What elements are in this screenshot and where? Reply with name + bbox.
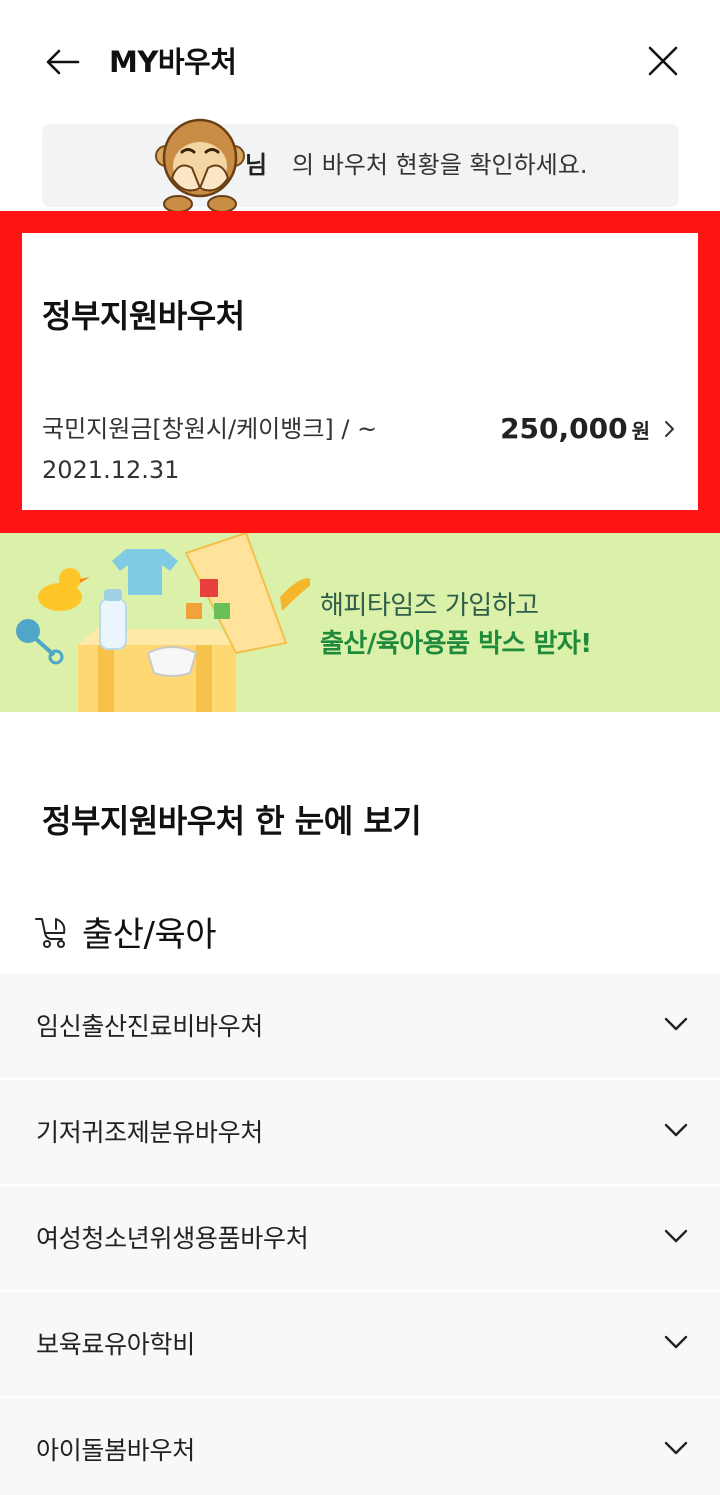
voucher-card[interactable]: 정부지원바우처 국민지원금[창원시/케이뱅크] / ~ 2021.12.31 2… bbox=[22, 233, 698, 510]
chevron-down-icon bbox=[664, 1123, 688, 1137]
chevron-down-icon bbox=[664, 1229, 688, 1243]
accordion-item[interactable]: 기저귀조제분유바우처 bbox=[0, 1080, 720, 1186]
accordion-label: 보육료유아학비 bbox=[36, 1330, 195, 1359]
banner-headline: 출산/육아용품 박스 받자! bbox=[320, 629, 592, 659]
voucher-amount: 250,000 원 bbox=[500, 409, 650, 451]
voucher-status-notice: 님 의 바우처 현황을 확인하세요. bbox=[42, 124, 679, 207]
accordion-item[interactable]: 여성청소년위생용품바우처 bbox=[0, 1186, 720, 1292]
page-title: MY바우처 bbox=[109, 45, 237, 79]
close-icon bbox=[648, 46, 678, 76]
accordion-item[interactable]: 아이돌봄바우처 bbox=[0, 1398, 720, 1495]
accordion-item[interactable]: 임신출산진료비바우처 bbox=[0, 974, 720, 1080]
section-heading: 정부지원바우처 한 눈에 보기 bbox=[42, 802, 422, 840]
voucher-accordion-list: 임신출산진료비바우처 기저귀조제분유바우처 여성청소년위생용품바우처 보육료유아… bbox=[0, 974, 720, 1495]
banner-subtitle: 해피타임즈 가입하고 bbox=[320, 591, 539, 621]
notice-text: 의 바우처 현황을 확인하세요. bbox=[292, 151, 588, 179]
chevron-down-icon bbox=[664, 1335, 688, 1349]
stroller-icon bbox=[35, 918, 66, 948]
promo-banner[interactable]: 해피타임즈 가입하고 출산/육아용품 박스 받자! bbox=[0, 533, 720, 712]
category-header: 출산/육아 bbox=[34, 908, 217, 955]
voucher-description: 국민지원금[창원시/케이뱅크] / ~ 2021.12.31 bbox=[42, 415, 378, 484]
voucher-title: 정부지원바우처 bbox=[42, 297, 245, 335]
category-label: 출산/육아 bbox=[82, 914, 217, 955]
chevron-right-icon[interactable] bbox=[660, 419, 680, 439]
voucher-highlight-frame: 정부지원바우처 국민지원금[창원시/케이뱅크] / ~ 2021.12.31 2… bbox=[0, 211, 720, 533]
accordion-label: 기저귀조제분유바우처 bbox=[36, 1118, 264, 1147]
baby-gift-box-illustration bbox=[16, 533, 310, 712]
accordion-item[interactable]: 보육료유아학비 bbox=[0, 1292, 720, 1398]
back-button[interactable] bbox=[40, 40, 86, 84]
chevron-down-icon bbox=[664, 1017, 688, 1031]
accordion-label: 임신출산진료비바우처 bbox=[36, 1012, 264, 1041]
close-button[interactable] bbox=[640, 38, 686, 84]
accordion-label: 아이돌봄바우처 bbox=[36, 1436, 195, 1465]
accordion-label: 여성청소년위생용품바우처 bbox=[36, 1224, 309, 1253]
app-header: MY바우처 bbox=[0, 0, 720, 124]
voucher-amount-unit: 원 bbox=[631, 419, 650, 443]
monkey-mascot-icon bbox=[155, 118, 245, 213]
arrow-left-icon bbox=[46, 49, 80, 75]
voucher-amount-value: 250,000 bbox=[500, 412, 628, 445]
chevron-down-icon bbox=[664, 1441, 688, 1455]
user-name-suffix: 님 bbox=[245, 151, 268, 179]
